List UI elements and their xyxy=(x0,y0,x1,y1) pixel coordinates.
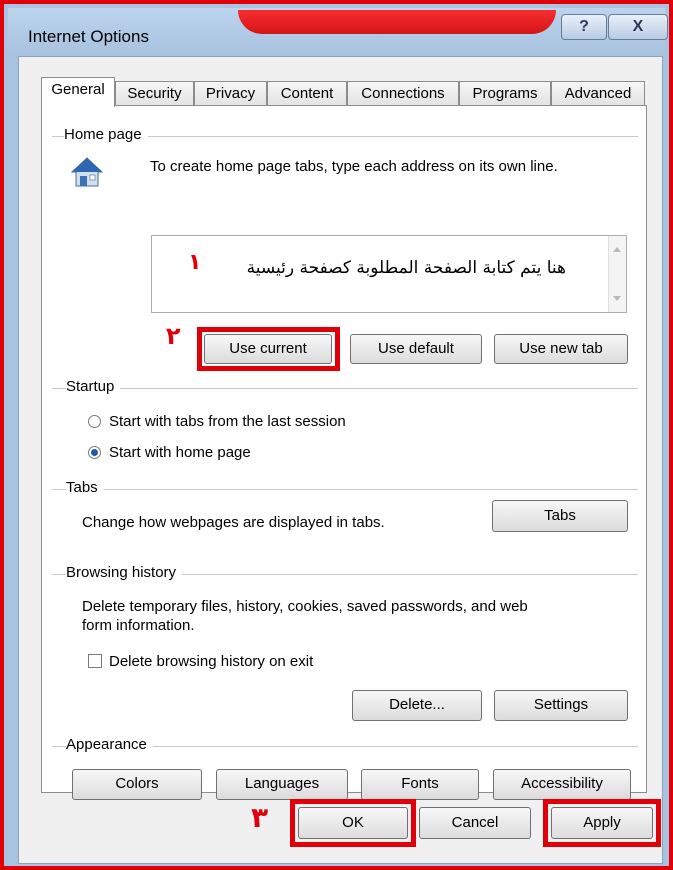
use-new-tab-button[interactable]: Use new tab xyxy=(494,334,628,364)
tab-content[interactable]: Content xyxy=(267,81,347,106)
general-panel: Home page To create home page tabs, type… xyxy=(41,105,647,800)
radio-last-session[interactable] xyxy=(88,415,101,428)
tab-programs[interactable]: Programs xyxy=(459,81,551,106)
use-current-button[interactable]: Use current xyxy=(204,334,332,364)
cancel-button[interactable]: Cancel xyxy=(419,807,531,839)
textarea-scrollbar[interactable] xyxy=(608,236,626,312)
browsing-history-group-label: Browsing history xyxy=(66,564,183,581)
annotation-one: ١ xyxy=(188,250,202,275)
tab-security[interactable]: Security xyxy=(115,81,194,106)
annotation-two: ٢ xyxy=(166,322,181,350)
colors-button[interactable]: Colors xyxy=(72,769,202,800)
tabs-group-label: Tabs xyxy=(66,479,104,496)
radio-last-session-label[interactable]: Start with tabs from the last session xyxy=(109,413,346,430)
delete-on-exit-label[interactable]: Delete browsing history on exit xyxy=(109,653,313,670)
close-button[interactable]: X xyxy=(608,14,668,40)
scroll-up-arrow-icon[interactable] xyxy=(613,247,621,252)
appearance-group-label: Appearance xyxy=(66,736,153,753)
radio-home-page[interactable] xyxy=(88,446,101,459)
tab-general[interactable]: General xyxy=(41,77,115,107)
history-settings-button[interactable]: Settings xyxy=(494,690,628,721)
apply-button[interactable]: Apply xyxy=(551,807,653,839)
house-icon xyxy=(70,156,104,188)
help-button[interactable]: ? xyxy=(561,14,607,40)
title-highlight xyxy=(238,10,556,34)
tab-advanced[interactable]: Advanced xyxy=(551,81,645,106)
annotation-three: ٣ xyxy=(251,801,269,834)
accessibility-button[interactable]: Accessibility xyxy=(493,769,631,800)
delete-on-exit-checkbox[interactable] xyxy=(88,654,102,668)
browsing-history-description-line1: Delete temporary files, history, cookies… xyxy=(82,598,528,615)
dialog-client: General Security Privacy Content Connect… xyxy=(18,56,663,864)
languages-button[interactable]: Languages xyxy=(216,769,348,800)
radio-home-page-label[interactable]: Start with home page xyxy=(109,444,251,461)
tab-privacy[interactable]: Privacy xyxy=(194,81,267,106)
ok-button[interactable]: OK xyxy=(298,807,408,839)
delete-history-button[interactable]: Delete... xyxy=(352,690,482,721)
scroll-down-arrow-icon[interactable] xyxy=(613,296,621,301)
startup-group-label: Startup xyxy=(66,378,121,395)
fonts-button[interactable]: Fonts xyxy=(361,769,479,800)
tabs-description: Change how webpages are displayed in tab… xyxy=(82,514,385,531)
tabs-divider xyxy=(52,489,638,490)
title-bar: Internet Options ? X xyxy=(8,8,668,56)
tabs-settings-button[interactable]: Tabs xyxy=(492,500,628,532)
home-page-group-label: Home page xyxy=(64,126,148,143)
home-page-textarea-text: هنا يتم كتابة الصفحة المطلوبة كصفحة رئيس… xyxy=(246,258,566,278)
home-page-instructions: To create home page tabs, type each addr… xyxy=(150,158,558,175)
startup-divider xyxy=(52,388,638,389)
tab-connections[interactable]: Connections xyxy=(347,81,459,106)
browsing-history-description-line2: form information. xyxy=(82,617,195,634)
window-title: Internet Options xyxy=(28,27,149,46)
home-page-textarea[interactable]: هنا يتم كتابة الصفحة المطلوبة كصفحة رئيس… xyxy=(151,235,627,313)
use-default-button[interactable]: Use default xyxy=(350,334,482,364)
dialog-frame: Internet Options ? X General Security Pr… xyxy=(0,0,673,870)
